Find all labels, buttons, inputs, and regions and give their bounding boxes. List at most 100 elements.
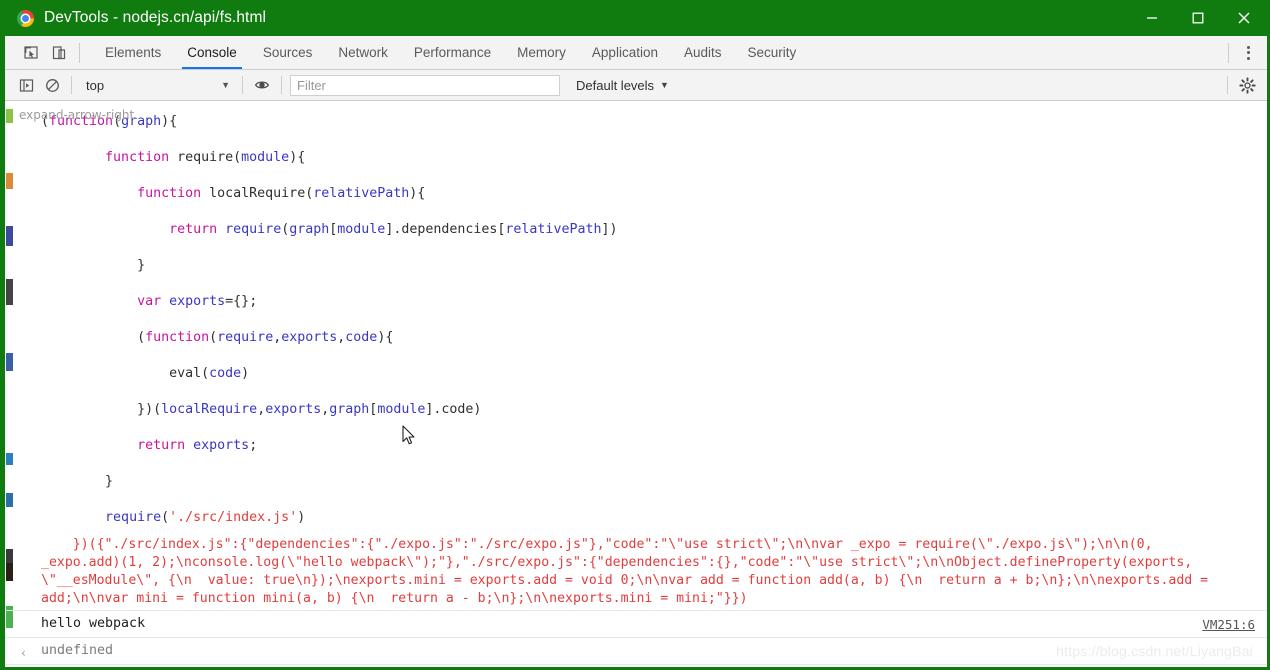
code-line: })(localRequire,exports,graph[module].co… xyxy=(41,392,1267,428)
execution-context-dropdown[interactable]: top ▼ xyxy=(78,78,236,93)
console-input-code: (function(graph){ function require(modul… xyxy=(5,104,1267,536)
chevron-down-icon: ▼ xyxy=(221,80,230,90)
code-line: require('./src/index.js') xyxy=(41,500,1267,536)
tab-label: Security xyxy=(747,45,797,60)
more-options-kebab-icon[interactable] xyxy=(1235,38,1261,68)
tab-label: Performance xyxy=(413,45,492,60)
code-token: exports xyxy=(193,438,250,453)
console-filter-placeholder: Filter xyxy=(297,77,326,93)
log-levels-dropdown[interactable]: Default levels ▼ xyxy=(576,78,669,93)
console-message-list[interactable]: expand-arrow-right (function(graph){ fun… xyxy=(5,101,1267,667)
code-token: './src/index.js' xyxy=(169,510,298,525)
toolbar-divider-2 xyxy=(242,76,243,94)
clear-console-icon[interactable] xyxy=(39,73,65,97)
live-expression-eye-icon[interactable] xyxy=(249,73,275,97)
maximize-button[interactable] xyxy=(1175,0,1221,36)
tab-elements[interactable]: Elements xyxy=(92,36,174,69)
inspect-element-icon[interactable] xyxy=(17,39,45,67)
code-token: ) xyxy=(241,366,250,381)
code-token: ( xyxy=(161,510,170,525)
code-token: localRequire xyxy=(161,402,258,417)
code-token: relativePath xyxy=(505,222,602,237)
code-json-line: })({"./src/index.js":{"dependencies":{".… xyxy=(41,537,1153,552)
code-token: localRequire xyxy=(201,186,306,201)
code-line: eval(code) xyxy=(41,356,1267,392)
code-token: ){ xyxy=(377,330,394,345)
code-token: module xyxy=(241,150,290,165)
code-json-line: \"__esModule\", {\n value: true\n});\nex… xyxy=(41,573,1209,588)
code-line: } xyxy=(41,248,1267,284)
code-token: exports xyxy=(169,294,226,309)
console-log-source-link[interactable]: VM251:6 xyxy=(1202,616,1255,634)
code-token: ; xyxy=(249,438,258,453)
code-token: require xyxy=(225,222,282,237)
tab-console[interactable]: Console xyxy=(174,36,250,69)
console-result-text: undefined xyxy=(41,643,114,658)
code-line: function require(module){ xyxy=(41,140,1267,176)
console-settings-area xyxy=(1221,73,1267,97)
console-input-message: expand-arrow-right (function(graph){ fun… xyxy=(5,101,1267,610)
code-token: ={}; xyxy=(225,294,258,309)
tab-audits[interactable]: Audits xyxy=(671,36,735,69)
code-token: code xyxy=(209,366,242,381)
tab-network[interactable]: Network xyxy=(325,36,401,69)
tab-label: Audits xyxy=(683,45,722,60)
tab-performance[interactable]: Performance xyxy=(401,36,504,69)
code-line: var exports={}; xyxy=(41,284,1267,320)
code-token: require xyxy=(169,150,234,165)
code-line: return exports; xyxy=(41,428,1267,464)
code-json-line: _expo.add)(1, 2);\nconsole.log(\"hello w… xyxy=(41,555,1193,570)
tab-memory[interactable]: Memory xyxy=(504,36,579,69)
tabstrip-divider xyxy=(1228,43,1229,63)
input-arrow-icon: expand-arrow-right xyxy=(19,108,135,122)
tab-label: Network xyxy=(338,45,388,60)
toolbar-divider-3 xyxy=(281,76,282,94)
console-prompt-row[interactable]: ❯ xyxy=(5,664,1267,667)
code-token: eval( xyxy=(41,366,210,381)
console-filter-input[interactable]: Filter xyxy=(290,74,560,96)
show-console-sidebar-icon[interactable] xyxy=(13,73,39,97)
tab-label: Application xyxy=(591,45,658,60)
code-token: ){ xyxy=(409,186,426,201)
code-token: module xyxy=(377,402,426,417)
tab-sources[interactable]: Sources xyxy=(250,36,326,69)
tab-security[interactable]: Security xyxy=(735,36,810,69)
code-token: ( xyxy=(41,330,146,345)
log-levels-label: Default levels xyxy=(576,77,655,93)
devtools-tool-icons xyxy=(5,36,92,69)
code-token: function xyxy=(105,150,170,165)
code-line: } xyxy=(41,464,1267,500)
code-token: } xyxy=(41,258,146,273)
code-token: graph xyxy=(289,222,330,237)
settings-gear-icon[interactable] xyxy=(1234,73,1260,97)
code-token: require xyxy=(217,330,274,345)
close-button[interactable] xyxy=(1221,0,1267,36)
window-controls xyxy=(1129,0,1267,36)
code-line: (function(graph){ xyxy=(41,104,1267,140)
toggle-device-toolbar-icon[interactable] xyxy=(45,39,73,67)
console-log-row: hello webpack VM251:6 xyxy=(5,610,1267,637)
devtools-tabs: Elements Console Sources Network Perform… xyxy=(92,36,809,69)
code-token: require xyxy=(105,510,162,525)
code-json-line: add;\n\nvar mini = function mini(a, b) {… xyxy=(41,591,748,606)
code-token: code xyxy=(345,330,378,345)
minimize-button[interactable] xyxy=(1129,0,1175,36)
code-token: relativePath xyxy=(313,186,410,201)
chevron-down-icon: ▼ xyxy=(660,80,669,90)
code-token: exports xyxy=(281,330,338,345)
devtools-window: DevTools - nodejs.cn/api/fs.html Element… xyxy=(0,0,1270,670)
tab-application[interactable]: Application xyxy=(579,36,671,69)
toolbar-divider-4 xyxy=(1227,76,1228,94)
code-token: , xyxy=(257,402,266,417)
window-titlebar: DevTools - nodejs.cn/api/fs.html xyxy=(5,0,1267,36)
tab-label: Elements xyxy=(105,45,162,60)
code-line: function localRequire(relativePath){ xyxy=(41,176,1267,212)
execution-context-value: top xyxy=(86,77,105,93)
code-token: return xyxy=(137,438,186,453)
